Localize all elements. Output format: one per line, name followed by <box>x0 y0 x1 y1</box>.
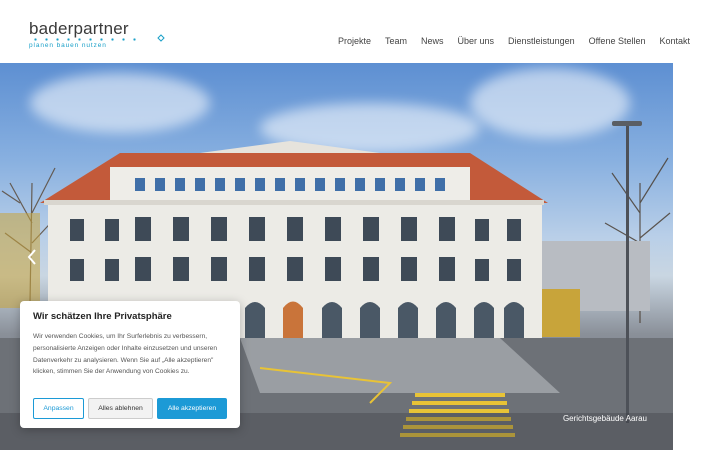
nav-dienstleistungen[interactable]: Dienstleistungen <box>508 36 575 46</box>
logo-text: baderpartner <box>29 19 129 38</box>
nav-projekte[interactable]: Projekte <box>338 36 371 46</box>
main-nav: Projekte Team News Über uns Dienstleistu… <box>324 36 690 46</box>
cookie-banner: Wir schätzen Ihre Privatsphäre Wir verwe… <box>20 301 240 428</box>
nav-kontakt[interactable]: Kontakt <box>659 36 690 46</box>
cookie-text: Wir verwenden Cookies, um Ihr Surferlebn… <box>33 333 218 376</box>
page-margin <box>673 63 720 450</box>
logo-dots <box>30 38 140 41</box>
nav-news[interactable]: News <box>421 36 444 46</box>
logo[interactable]: baderpartner planen bauen nutzen <box>29 19 165 49</box>
logo-tagline: planen bauen nutzen <box>29 42 107 49</box>
site-header: baderpartner planen bauen nutzen Projekt… <box>0 0 720 63</box>
nav-offene-stellen[interactable]: Offene Stellen <box>589 36 646 46</box>
logo-mark-icon <box>157 34 165 42</box>
accept-all-button[interactable]: Alle akzeptieren <box>157 398 227 419</box>
customize-button[interactable]: Anpassen <box>33 398 84 419</box>
slide-caption: Gerichtsgebäude Aarau <box>562 414 647 423</box>
reject-all-button[interactable]: Alles ablehnen <box>88 398 153 419</box>
chevron-left-icon[interactable] <box>27 249 37 265</box>
nav-team[interactable]: Team <box>385 36 407 46</box>
cookie-title: Wir schätzen Ihre Privatsphäre <box>33 311 172 322</box>
nav-ueber-uns[interactable]: Über uns <box>458 36 495 46</box>
cookie-actions: Anpassen Alles ablehnen Alle akzeptieren <box>33 398 227 419</box>
